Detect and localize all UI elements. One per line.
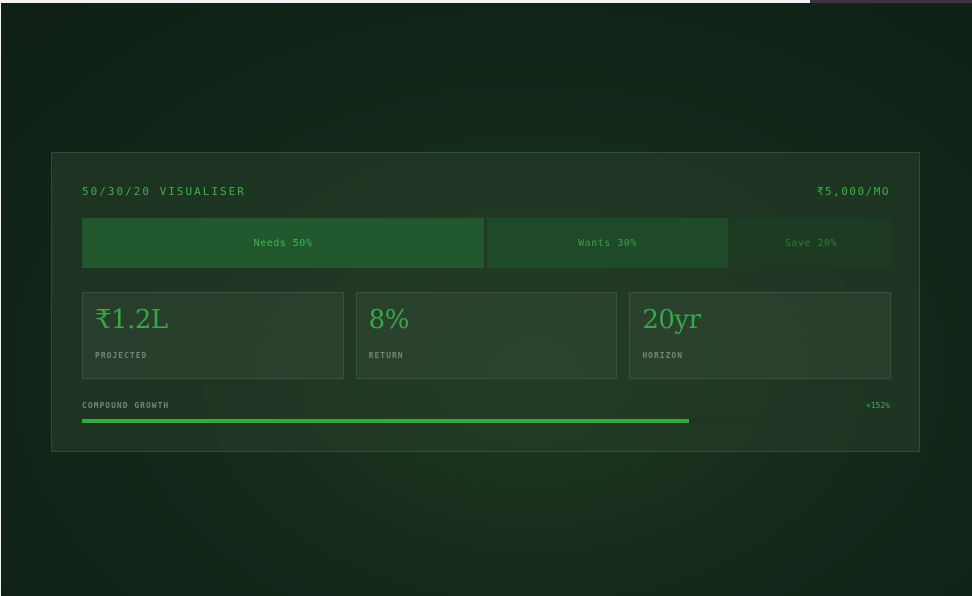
stat-projected: ₹1.2L PROJECTED	[82, 292, 344, 379]
segment-wants-label: Wants 30%	[578, 237, 637, 249]
segment-needs[interactable]: Needs 50%	[82, 218, 484, 268]
window-left-edge	[0, 0, 1, 596]
stat-return-label: RETURN	[368, 351, 404, 360]
segment-needs-label: Needs 50%	[253, 237, 313, 249]
stat-horizon-label: HORIZON	[642, 351, 684, 360]
growth-label: COMPOUND GROWTH	[82, 401, 170, 410]
stats-row: ₹1.2L PROJECTED 8% RETURN 20yr HORIZON	[82, 292, 892, 379]
segment-wants[interactable]: Wants 30%	[487, 218, 728, 268]
card-title: 50/30/20 VISUALISER	[82, 185, 246, 198]
growth-value: +152%	[865, 401, 890, 410]
window-top-edge-accent	[810, 0, 972, 3]
segment-save[interactable]: Save 20%	[731, 218, 891, 268]
stat-return-value: 8%	[368, 305, 410, 335]
stat-projected-label: PROJECTED	[95, 351, 148, 360]
segment-save-label: Save 20%	[784, 237, 838, 249]
monthly-amount: ₹5,000/MO	[816, 185, 890, 198]
growth-progress-track	[82, 419, 891, 423]
growth-progress-fill	[82, 419, 689, 423]
stat-return: 8% RETURN	[355, 292, 618, 379]
stat-horizon: 20yr HORIZON	[629, 292, 892, 379]
stat-horizon-value: 20yr	[642, 305, 701, 335]
budget-visualiser-card: 50/30/20 VISUALISER ₹5,000/MO Needs 50% …	[51, 152, 920, 452]
stat-projected-value: ₹1.2L	[95, 305, 168, 335]
allocation-bar: Needs 50% Wants 30% Save 20%	[82, 218, 891, 268]
